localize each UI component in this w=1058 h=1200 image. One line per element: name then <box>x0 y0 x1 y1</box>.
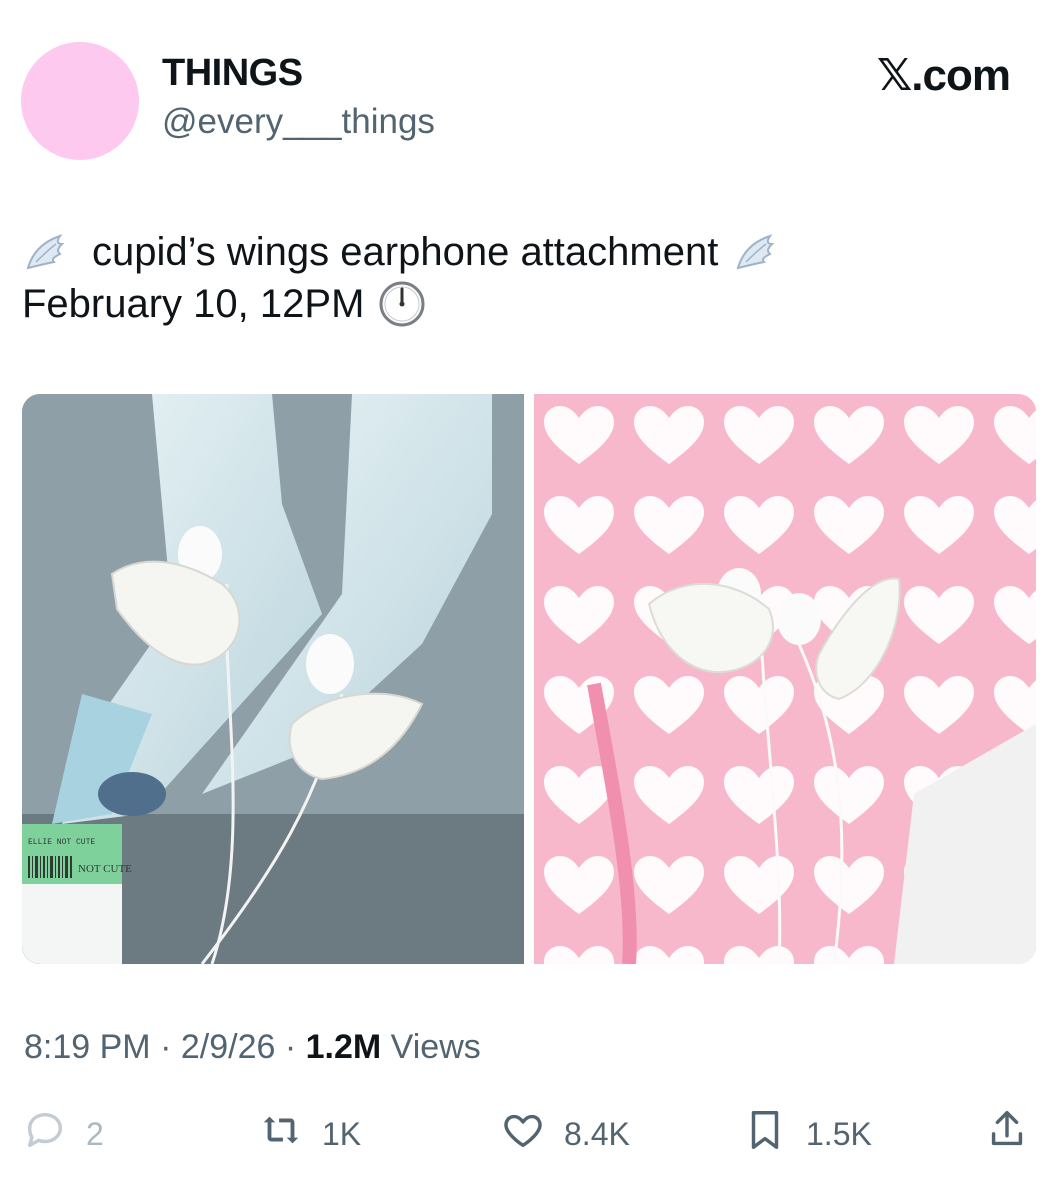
like-button[interactable]: 8.4K <box>500 1104 630 1164</box>
earphones-on-pink-bag-photo[interactable] <box>534 394 1036 964</box>
earphones-on-shoes-photo[interactable]: ELLIE NOT CUTE NOT CUTE <box>22 394 524 964</box>
tweet-line-2: February 10, 12PM <box>22 278 776 330</box>
repost-button[interactable]: 1K <box>258 1104 361 1164</box>
tweet-time[interactable]: 8:19 PM <box>24 1028 151 1066</box>
bookmark-count: 1.5K <box>806 1115 872 1152</box>
tweet-line-1: cupid’s wings earphone attachment <box>22 226 776 278</box>
clock-icon <box>378 280 426 328</box>
share-button[interactable] <box>984 1104 1030 1164</box>
views-count: 1.2M <box>305 1028 382 1066</box>
photo-label-mid: NOT CUTE <box>78 863 132 875</box>
like-count: 8.4K <box>564 1115 630 1152</box>
heart-icon <box>500 1107 546 1161</box>
reply-icon <box>22 1107 68 1161</box>
meta-separator: · <box>160 1028 172 1066</box>
bookmark-icon <box>742 1107 788 1161</box>
photo-label-top: ELLIE NOT CUTE <box>28 838 95 847</box>
avatar[interactable] <box>21 42 139 160</box>
tweet-line-2-text: February 10, 12PM <box>22 282 365 326</box>
tweet-date[interactable]: 2/9/26 <box>181 1028 276 1066</box>
tweet-meta: 8:19 PM · 2/9/26 · 1.2M Views <box>24 1028 481 1067</box>
tweet-line-1-text: cupid’s wings earphone attachment <box>92 230 719 274</box>
share-icon <box>984 1107 1030 1161</box>
wing-icon <box>732 232 776 272</box>
bookmark-button[interactable]: 1.5K <box>742 1104 872 1164</box>
reply-button[interactable]: 2 <box>22 1104 104 1164</box>
tweet-text: cupid’s wings earphone attachment Februa… <box>22 226 776 330</box>
repost-count: 1K <box>322 1115 362 1152</box>
wing-icon <box>22 232 66 272</box>
views-label: Views <box>390 1028 481 1066</box>
display-name[interactable]: THINGS <box>162 52 303 95</box>
action-bar: 2 1K 8.4K 1.5K <box>22 1104 1036 1164</box>
user-handle[interactable]: @every___things <box>162 102 435 142</box>
brand-logo: 𝕏.com <box>876 51 1011 100</box>
meta-separator: · <box>284 1028 297 1066</box>
reply-count: 2 <box>86 1115 104 1152</box>
repost-icon <box>258 1107 304 1161</box>
media-grid[interactable]: ELLIE NOT CUTE NOT CUTE <box>22 394 1036 964</box>
